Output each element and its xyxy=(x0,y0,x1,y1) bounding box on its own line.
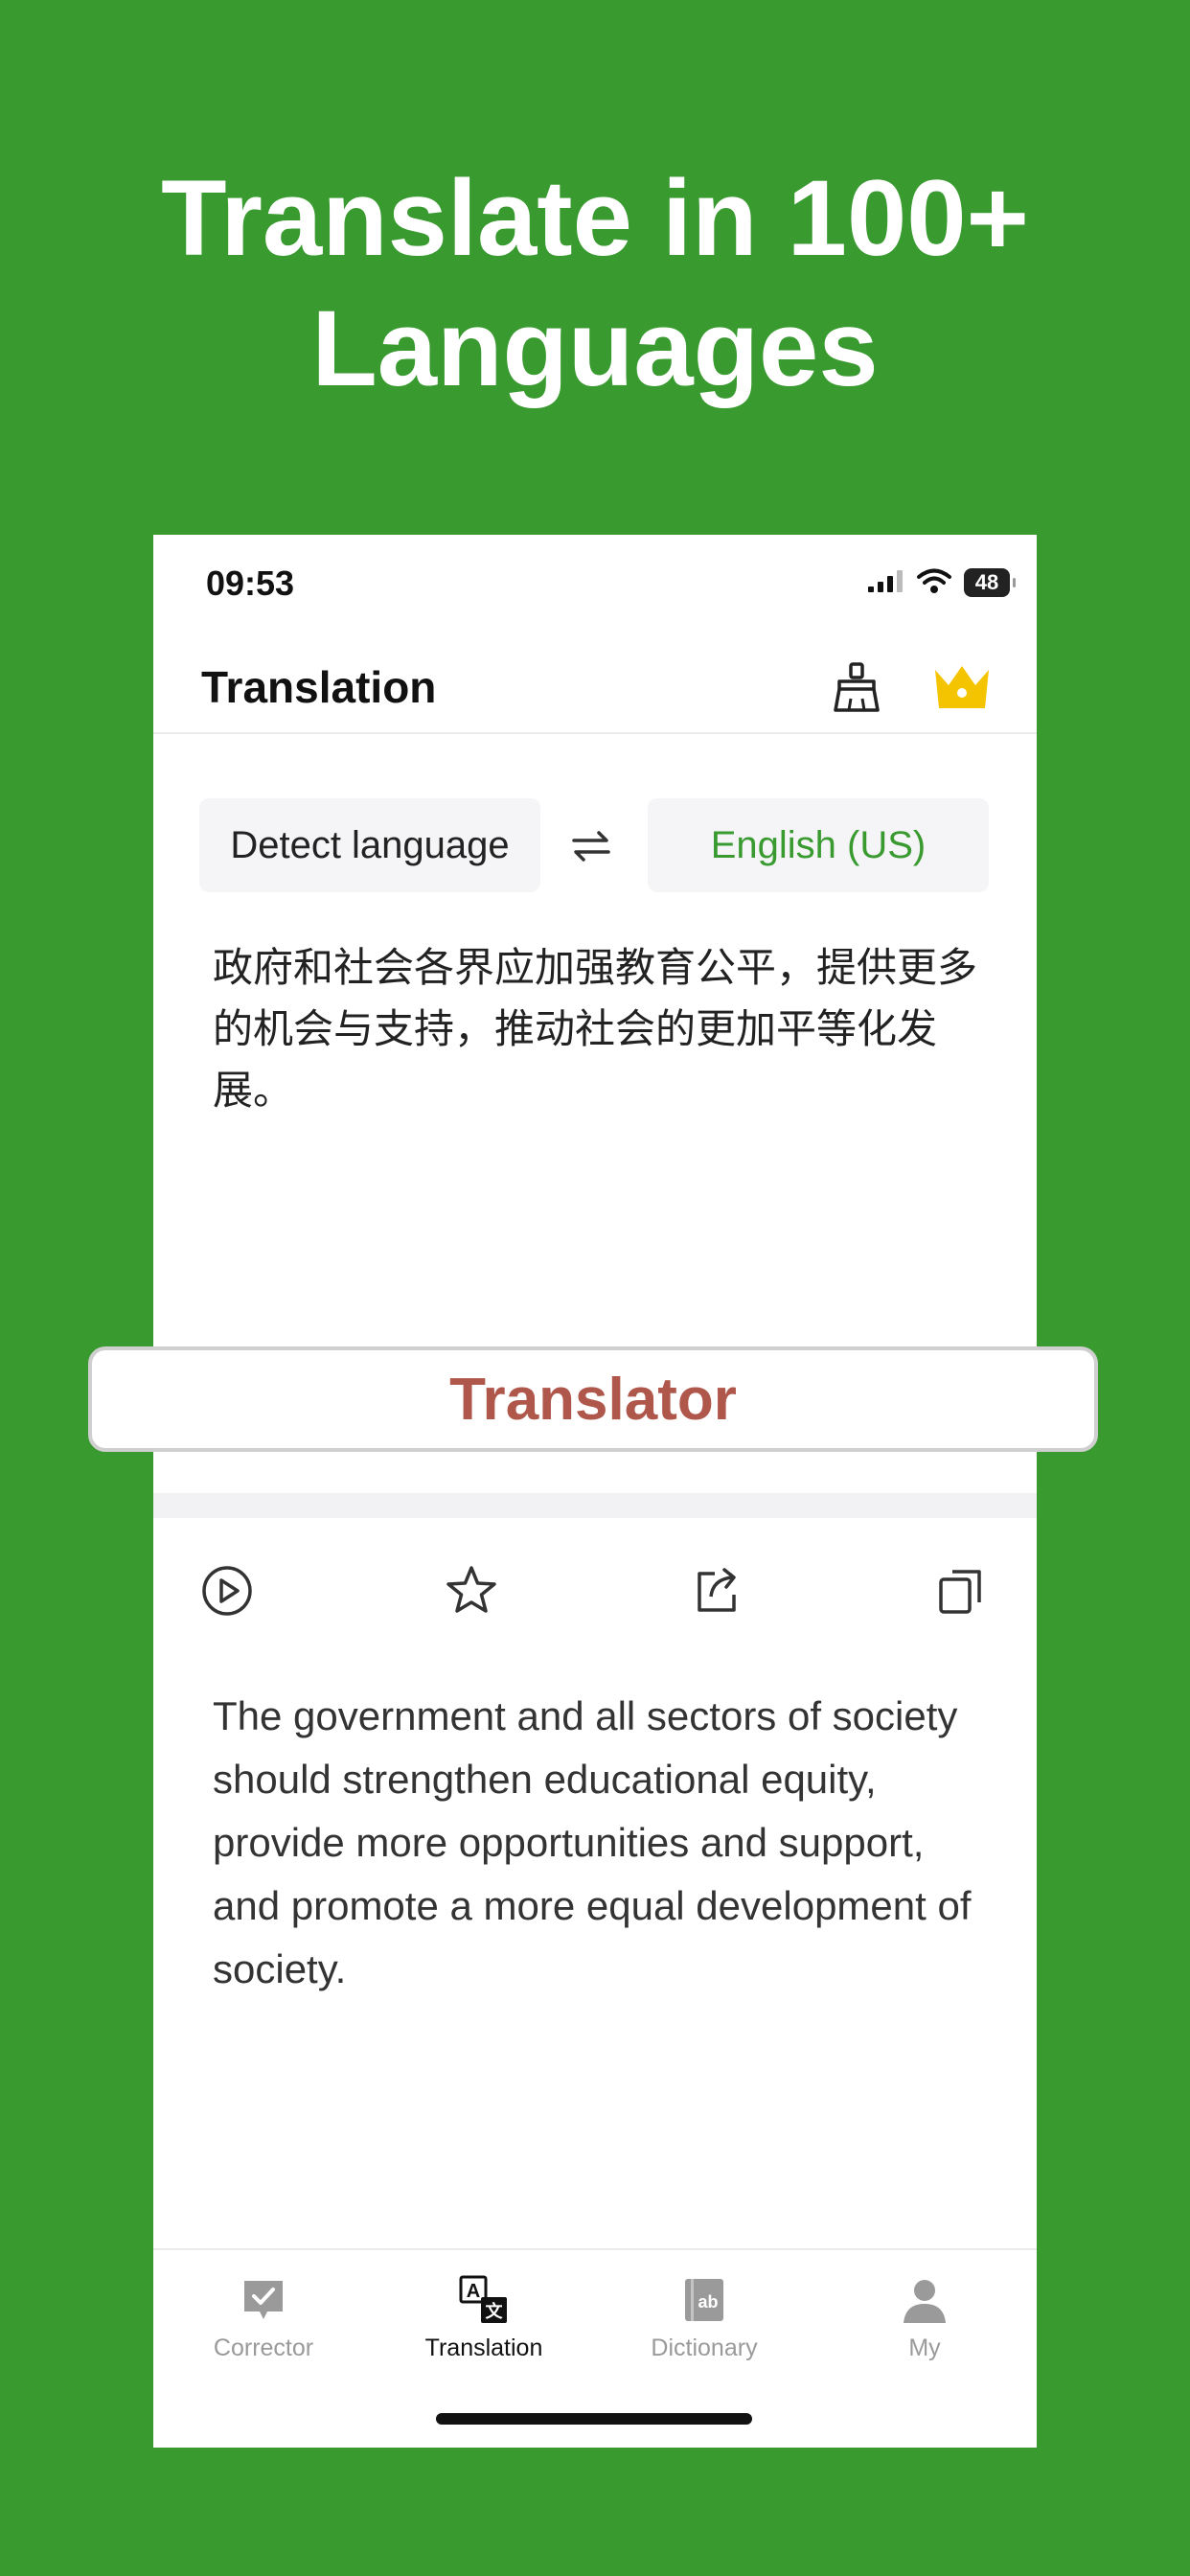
swap-languages-button[interactable] xyxy=(562,817,620,875)
header: Translation xyxy=(153,640,1037,734)
star-icon xyxy=(446,1566,496,1613)
language-selector: Detect language English (US) xyxy=(153,798,1037,894)
favorite-button[interactable] xyxy=(441,1560,502,1622)
share-icon xyxy=(698,1568,736,1612)
home-indicator xyxy=(436,2413,752,2425)
svg-text:A: A xyxy=(467,2281,480,2302)
source-language-button[interactable]: Detect language xyxy=(199,798,540,892)
tab-bar: Corrector A 文 Translation ab Dictionary … xyxy=(153,2248,1037,2375)
status-time: 09:53 xyxy=(206,564,295,603)
tab-translation[interactable]: A 文 Translation xyxy=(374,2250,594,2375)
translation-result: The government and all sectors of societ… xyxy=(213,1693,972,1991)
battery-icon: 48 xyxy=(964,568,1016,597)
person-icon xyxy=(896,2271,953,2329)
promo-headline: Translate in 100+ Languages xyxy=(0,153,1190,414)
status-icons: 48 xyxy=(866,564,1016,602)
dictionary-icon: ab xyxy=(675,2271,733,2329)
play-icon xyxy=(202,1566,252,1616)
tab-label-dictionary: Dictionary xyxy=(651,2334,758,2361)
translator-banner: Translator xyxy=(88,1346,1098,1452)
headline-line-1: Translate in 100+ xyxy=(161,158,1029,278)
copy-icon xyxy=(939,1570,981,1614)
tab-corrector[interactable]: Corrector xyxy=(153,2250,374,2375)
copy-button[interactable] xyxy=(931,1560,993,1622)
wifi-icon xyxy=(916,567,952,599)
crown-icon xyxy=(935,666,989,708)
tab-label-translation: Translation xyxy=(424,2334,543,2361)
tab-dictionary[interactable]: ab Dictionary xyxy=(594,2250,814,2375)
premium-button[interactable] xyxy=(929,655,995,720)
source-text-input[interactable]: 政府和社会各界应加强教育公平，提供更多的机会与支持，推动社会的更加平等化发展。 xyxy=(213,937,998,1121)
signal-icon xyxy=(866,567,904,599)
broom-icon xyxy=(834,662,880,712)
play-button[interactable] xyxy=(196,1560,258,1622)
clear-button[interactable] xyxy=(824,655,889,720)
status-bar: 09:53 48 xyxy=(153,535,1037,640)
translate-icon: A 文 xyxy=(455,2271,513,2329)
svg-text:文: 文 xyxy=(486,2301,504,2322)
corrector-icon xyxy=(235,2271,292,2329)
share-button[interactable] xyxy=(686,1560,747,1622)
headline-line-2: Languages xyxy=(311,288,879,408)
swap-arrows-icon xyxy=(572,831,610,862)
page-title: Translation xyxy=(201,662,437,712)
svg-text:ab: ab xyxy=(698,2292,718,2312)
target-language-button[interactable]: English (US) xyxy=(648,798,989,892)
phone-screen: 09:53 48 Translation Detect language Eng… xyxy=(153,535,1037,2448)
section-divider xyxy=(153,1493,1037,1518)
tab-my[interactable]: My xyxy=(814,2250,1035,2375)
tab-label-corrector: Corrector xyxy=(213,2334,314,2361)
tab-label-my: My xyxy=(908,2334,941,2361)
result-actions xyxy=(153,1541,1037,1637)
